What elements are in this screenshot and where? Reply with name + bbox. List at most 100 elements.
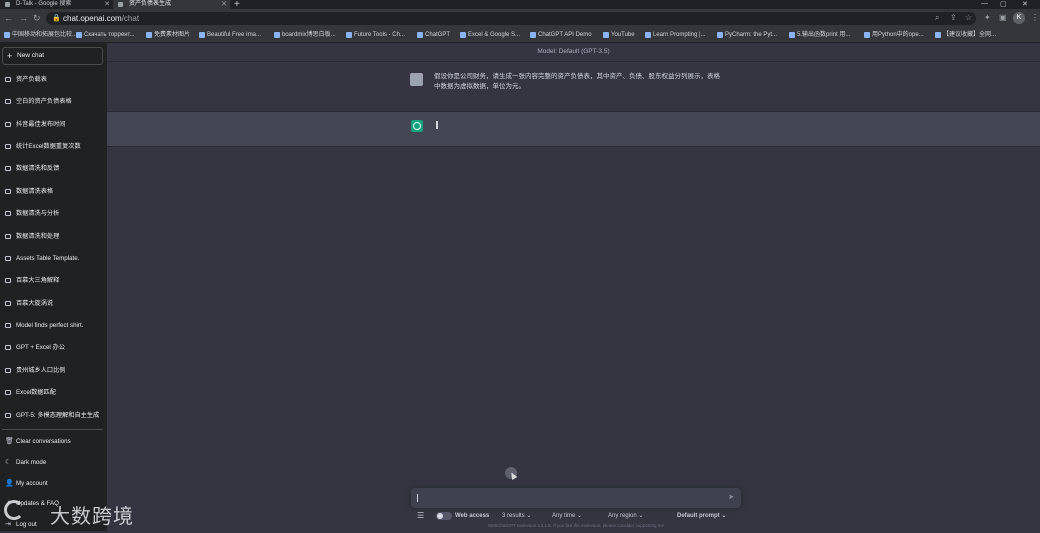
- bookmark-icon: [76, 32, 82, 38]
- bookmark-icon: [4, 32, 10, 38]
- bookmark[interactable]: Beautiful Free Ima...: [199, 30, 261, 40]
- chat-bubble-icon: [5, 234, 11, 239]
- bookmark[interactable]: ChatGPT: [417, 30, 450, 40]
- bookmark[interactable]: 5.输出函数print 用...: [789, 30, 850, 40]
- chat-bubble-icon: [5, 99, 11, 104]
- plus-icon: +: [7, 51, 13, 61]
- bookmark[interactable]: 免费素材图片: [146, 30, 190, 40]
- chat-bubble-icon: [5, 390, 11, 395]
- chat-bubble-icon: [5, 368, 11, 373]
- conversation-item[interactable]: GPT-5: 多模态理解和自主生成: [2, 408, 103, 424]
- bookmark[interactable]: ChatGPT API Demo: [530, 30, 592, 40]
- conversation-item[interactable]: 数据清洗和反馈: [2, 161, 103, 177]
- send-icon[interactable]: ➤: [728, 493, 734, 501]
- conversation-item[interactable]: 数据清洗与分析: [2, 206, 103, 222]
- chat-bubble-icon: [5, 77, 11, 82]
- conversation-item[interactable]: GPT + Excel 办公: [2, 340, 103, 356]
- menu-icon[interactable]: ⋮: [1031, 13, 1039, 22]
- settings-sliders-icon[interactable]: ☰: [417, 509, 424, 523]
- conversation-item[interactable]: 百慕大旋涡说: [2, 296, 103, 312]
- my-account-button[interactable]: 👤 My account: [2, 476, 103, 492]
- model-label: Model: Default (GPT-3.5): [107, 43, 1040, 62]
- assistant-message: [107, 112, 1040, 147]
- reload-icon[interactable]: ↻: [33, 13, 41, 24]
- bookmark-icon: [146, 32, 152, 38]
- share-icon[interactable]: ⇪: [950, 13, 957, 22]
- input-caret: [417, 494, 418, 502]
- tab-title: 资产负债表生成: [129, 1, 172, 7]
- conversation-item[interactable]: Excel数据匹配: [2, 385, 103, 401]
- bookmark[interactable]: 中国移动和拓展包比较...: [4, 30, 77, 40]
- conversation-item[interactable]: 百慕大三角解释: [2, 273, 103, 289]
- chat-bubble-icon: [5, 211, 11, 216]
- bookmark-icon: [717, 32, 723, 38]
- chat-bubble-icon: [5, 413, 11, 418]
- region-select[interactable]: Any region ⌄: [608, 509, 643, 523]
- bookmark-icon: [460, 32, 466, 38]
- user-avatar: [410, 73, 423, 86]
- conversation-item[interactable]: Model finds perfect shirt.: [2, 318, 103, 334]
- bookmark[interactable]: 【建议收藏】全网...: [935, 30, 996, 40]
- chat-bubble-icon: [5, 256, 11, 261]
- dark-mode-button[interactable]: ☾ Dark mode: [2, 455, 103, 471]
- conversation-item[interactable]: 抖音最佳发布时间: [2, 117, 103, 133]
- browser-tab-strip: D-Talk - Google 搜索 ✕ 资产负债表生成 ✕ + — ▢ ✕: [0, 0, 1040, 10]
- conversation-item[interactable]: 资产负载表: [2, 72, 103, 88]
- prompt-input[interactable]: ➤: [411, 488, 741, 508]
- google-icon: [5, 2, 10, 7]
- address-bar[interactable]: 🔒 chat.openai.com/chat: [46, 12, 976, 25]
- bookmark-icon: [199, 32, 205, 38]
- web-access-label: Web access: [455, 513, 490, 519]
- bookmark-icon: [864, 32, 870, 38]
- conversation-item[interactable]: 数据清洗和处理: [2, 229, 103, 245]
- conversation-item[interactable]: 统计Excel数据重复次数: [2, 139, 103, 155]
- bookmark[interactable]: Learn Prompting |...: [645, 30, 706, 40]
- bookmarks-bar: 中国移动和拓展包比较... Скачать торрент... 免费素材图片 …: [0, 28, 1040, 43]
- side-panel-icon[interactable]: ▣: [999, 13, 1007, 22]
- browser-tab-active[interactable]: 资产负债表生成 ✕: [113, 0, 230, 9]
- bookmark[interactable]: Excel & Google S...: [460, 30, 520, 40]
- user-icon: 👤: [5, 480, 14, 487]
- back-icon[interactable]: ←: [4, 13, 13, 23]
- moon-icon: ☾: [5, 459, 12, 466]
- bookmark[interactable]: PyCharm: the Pyt...: [717, 30, 777, 40]
- new-chat-button[interactable]: + New chat: [2, 47, 103, 65]
- bookmark-icon: [417, 32, 423, 38]
- zoom-icon[interactable]: ⌕: [935, 13, 939, 23]
- bookmark-icon: [346, 32, 352, 38]
- browser-tab[interactable]: D-Talk - Google 搜索 ✕: [0, 0, 113, 9]
- star-icon[interactable]: ☆: [965, 13, 972, 22]
- bookmark[interactable]: boardmix博思白板...: [274, 30, 336, 40]
- forward-icon[interactable]: →: [19, 13, 28, 23]
- profile-avatar[interactable]: K: [1013, 12, 1025, 24]
- chat-bubble-icon: [5, 189, 11, 194]
- close-tab-icon[interactable]: ✕: [221, 0, 227, 9]
- prompt-select[interactable]: Default prompt ⌄: [677, 509, 726, 523]
- chat-main: Model: Default (GPT-3.5) 假设你是公司财务，请生成一张内…: [107, 43, 1040, 531]
- tab-title: D-Talk - Google 搜索: [16, 1, 72, 7]
- close-tab-icon[interactable]: ✕: [104, 0, 110, 9]
- chat-bubble-icon: [5, 345, 11, 350]
- window-close-icon[interactable]: ✕: [1022, 0, 1028, 8]
- watermark-text: 大数跨境: [50, 506, 134, 528]
- bookmark[interactable]: 用Python中的ope...: [864, 30, 924, 40]
- web-access-toggle[interactable]: [436, 512, 452, 520]
- results-select[interactable]: 3 results ⌄: [502, 509, 531, 523]
- minimize-icon[interactable]: —: [981, 0, 988, 7]
- bookmark[interactable]: Future Tools - Ch...: [346, 30, 405, 40]
- conversation-item[interactable]: 贵州城乡人口比例: [2, 363, 103, 379]
- bookmark[interactable]: Скачать торрент...: [76, 30, 135, 40]
- conversation-item[interactable]: 空白的资产负债表格: [2, 94, 103, 110]
- chat-bubble-icon: [5, 122, 11, 127]
- extension-footer: WebChatGPT extension v.3.1.5. If you lik…: [487, 523, 665, 528]
- time-select[interactable]: Any time ⌄: [552, 509, 582, 523]
- maximize-icon[interactable]: ▢: [1000, 0, 1007, 8]
- clear-conversations-button[interactable]: 🗑 Clear conversations: [2, 434, 103, 450]
- conversation-item[interactable]: 数据清洗表格: [2, 184, 103, 200]
- extensions-icon[interactable]: ✦: [984, 13, 991, 22]
- chat-bubble-icon: [5, 323, 11, 328]
- sidebar-divider: [2, 429, 103, 430]
- watermark-logo-icon: [4, 500, 24, 520]
- bookmark[interactable]: YouTube: [603, 30, 635, 40]
- conversation-item[interactable]: Assets Table Template.: [2, 251, 103, 267]
